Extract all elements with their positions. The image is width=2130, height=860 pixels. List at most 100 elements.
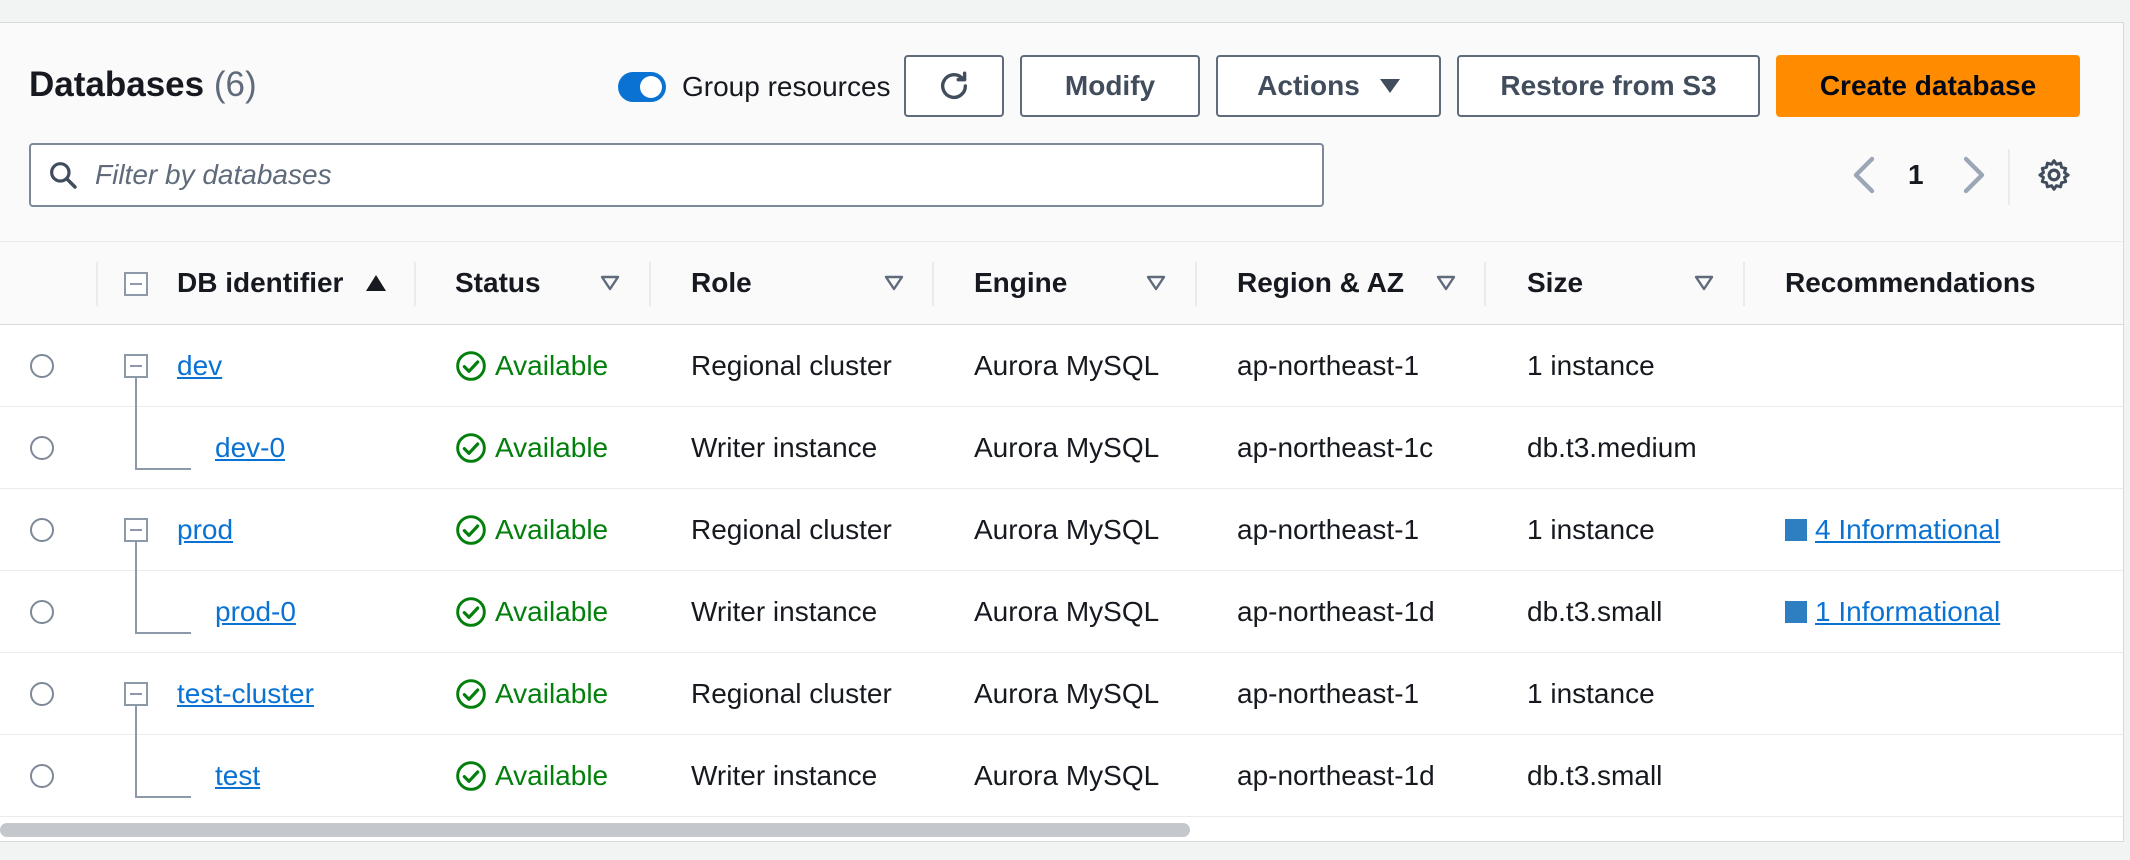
- column-header-db-identifier[interactable]: DB identifier: [177, 242, 387, 324]
- role-cell: Writer instance: [691, 760, 878, 791]
- role-filter[interactable]: [884, 242, 904, 324]
- sort-indicator-icon: [600, 275, 620, 291]
- role-cell: Writer instance: [691, 432, 878, 463]
- sort-indicator-icon: [1694, 275, 1714, 291]
- size-cell: 1 instance: [1527, 350, 1655, 381]
- status-cell: Available: [455, 489, 608, 571]
- row-select-radio[interactable]: [30, 518, 54, 542]
- region-cell: ap-northeast-1d: [1237, 760, 1435, 791]
- engine-cell: Aurora MySQL: [974, 350, 1160, 381]
- actions-label: Actions: [1257, 70, 1360, 101]
- role-cell: Regional cluster: [691, 514, 892, 545]
- size-cell: db.t3.small: [1527, 596, 1663, 627]
- region-cell: ap-northeast-1d: [1237, 596, 1435, 627]
- size-cell: 1 instance: [1527, 678, 1655, 709]
- filter-input[interactable]: [93, 158, 1277, 192]
- recommendations-cell[interactable]: 4 Informational: [1785, 489, 2000, 571]
- table-header: DB identifier Status Role Engine Region …: [0, 241, 2123, 325]
- status-filter[interactable]: [600, 242, 620, 324]
- table-row[interactable]: test-cluster Available Regional cluster …: [0, 653, 2123, 735]
- db-identifier-link[interactable]: test: [215, 760, 260, 792]
- db-identifier-link[interactable]: dev-0: [215, 432, 285, 464]
- check-circle-icon: [456, 761, 486, 791]
- collapse-icon[interactable]: [124, 682, 148, 706]
- role-cell: Writer instance: [691, 596, 878, 627]
- create-database-button[interactable]: Create database: [1776, 55, 2080, 117]
- databases-panel: Databases (6) Group resources Modify Act…: [0, 22, 2124, 842]
- check-circle-icon: [456, 679, 486, 709]
- table-row[interactable]: dev Available Regional cluster Aurora My…: [0, 325, 2123, 407]
- engine-cell: Aurora MySQL: [974, 760, 1160, 791]
- row-select-radio[interactable]: [30, 682, 54, 706]
- info-square-icon: [1785, 601, 1807, 623]
- row-select-radio[interactable]: [30, 764, 54, 788]
- check-circle-icon: [456, 515, 486, 545]
- recommendations-cell[interactable]: 1 Informational: [1785, 571, 2000, 653]
- size-cell: db.t3.small: [1527, 760, 1663, 791]
- toggle-label: Group resources: [682, 71, 891, 102]
- db-identifier-link[interactable]: prod-0: [215, 596, 296, 628]
- settings: [2036, 149, 2072, 201]
- modify-button[interactable]: Modify: [1020, 55, 1200, 117]
- region-cell: ap-northeast-1c: [1237, 432, 1434, 463]
- db-identifier-link[interactable]: prod: [177, 514, 233, 546]
- search-icon: [50, 162, 77, 189]
- column-header-role[interactable]: Role: [691, 242, 752, 324]
- sort-ascending-icon: [366, 275, 387, 291]
- db-identifier-link[interactable]: test-cluster: [177, 678, 314, 710]
- gear-icon[interactable]: [2036, 157, 2072, 193]
- size-cell: db.t3.medium: [1527, 432, 1697, 463]
- title-count: (6): [213, 65, 257, 104]
- next-page: [1960, 149, 1988, 201]
- engine-cell: Aurora MySQL: [974, 678, 1160, 709]
- engine-filter[interactable]: [1146, 242, 1166, 324]
- page-title: Databases (6): [29, 63, 257, 107]
- table-row[interactable]: dev-0 Available Writer instance Aurora M…: [0, 407, 2123, 489]
- horizontal-scrollbar-thumb[interactable]: [0, 823, 1190, 837]
- row-select-radio[interactable]: [30, 436, 54, 460]
- column-header-size[interactable]: Size: [1527, 242, 1583, 324]
- db-identifier-link[interactable]: dev: [177, 350, 222, 382]
- column-header-engine[interactable]: Engine: [974, 242, 1067, 324]
- actions-button[interactable]: Actions: [1216, 55, 1441, 117]
- sort-indicator-icon: [1436, 275, 1456, 291]
- collapse-icon[interactable]: [124, 518, 148, 542]
- engine-cell: Aurora MySQL: [974, 514, 1160, 545]
- status-cell: Available: [455, 735, 608, 817]
- table-row[interactable]: prod Available Regional cluster Aurora M…: [0, 489, 2123, 571]
- recommendation-link[interactable]: 4 Informational: [1815, 514, 2000, 546]
- check-circle-icon: [456, 597, 486, 627]
- restore-label: Restore from S3: [1500, 70, 1717, 101]
- region-cell: ap-northeast-1: [1237, 350, 1420, 381]
- table-row[interactable]: prod-0 Available Writer instance Aurora …: [0, 571, 2123, 653]
- pager-divider: [2008, 149, 2010, 205]
- create-label: Create database: [1819, 70, 2037, 101]
- previous-page-icon[interactable]: [1850, 155, 1878, 195]
- check-circle-icon: [456, 433, 486, 463]
- row-select-radio[interactable]: [30, 354, 54, 378]
- next-page-icon[interactable]: [1960, 155, 1988, 195]
- region-filter[interactable]: [1436, 242, 1456, 324]
- recommendation-link[interactable]: 1 Informational: [1815, 596, 2000, 628]
- role-cell: Regional cluster: [691, 350, 892, 381]
- size-filter[interactable]: [1694, 242, 1714, 324]
- status-cell: Available: [455, 653, 608, 735]
- size-cell: 1 instance: [1527, 514, 1655, 545]
- engine-cell: Aurora MySQL: [974, 596, 1160, 627]
- restore-from-s3-button[interactable]: Restore from S3: [1457, 55, 1760, 117]
- toggle-switch[interactable]: [618, 72, 666, 102]
- collapse-all-icon[interactable]: [124, 272, 148, 296]
- filter-search-box[interactable]: [29, 143, 1324, 207]
- role-cell: Regional cluster: [691, 678, 892, 709]
- column-header-region[interactable]: Region & AZ: [1237, 242, 1404, 324]
- status-cell: Available: [455, 325, 608, 407]
- current-page-number[interactable]: 1: [1908, 149, 1924, 201]
- row-select-radio[interactable]: [30, 600, 54, 624]
- collapse-icon[interactable]: [124, 354, 148, 378]
- refresh-button[interactable]: [904, 55, 1004, 117]
- column-header-status[interactable]: Status: [455, 242, 541, 324]
- title-text: Databases: [29, 65, 205, 104]
- group-resources-toggle[interactable]: Group resources: [618, 67, 891, 107]
- table-row[interactable]: test Available Writer instance Aurora My…: [0, 735, 2123, 817]
- column-header-recommendations[interactable]: Recommendations: [1785, 242, 2036, 324]
